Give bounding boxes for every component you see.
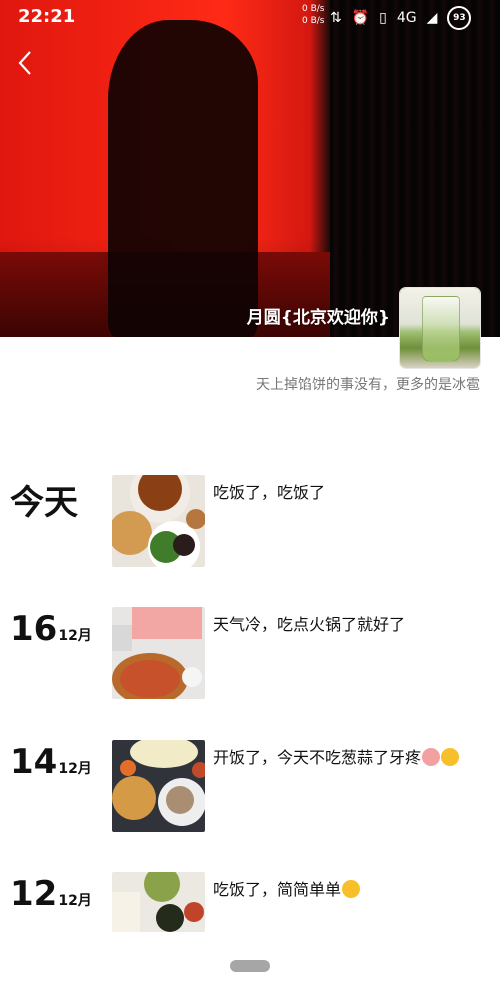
avatar[interactable] (400, 288, 480, 368)
avatar-tea-glass (422, 296, 460, 362)
vibrate-icon: ▯ (379, 10, 387, 26)
status-time: 22:21 (18, 6, 76, 27)
feed-entry[interactable]: 1412月 开饭了，今天不吃葱蒜了牙疼 (0, 740, 500, 840)
entry-thumbnail[interactable] (112, 872, 205, 932)
cover-silhouette (108, 20, 258, 337)
back-button[interactable] (14, 48, 38, 78)
entry-caption-text: 吃饭了，简简单单 (213, 880, 342, 899)
entry-date: 1612月 (10, 609, 92, 649)
entry-caption: 吃饭了，简简单单 (213, 876, 361, 900)
entry-day: 今天 (10, 483, 78, 523)
entry-caption: 开饭了，今天不吃葱蒜了牙疼 (213, 744, 460, 768)
feed-entry[interactable]: 今天 吃饭了，吃饭了 (0, 475, 500, 575)
food-photo (112, 607, 205, 699)
grinning-emoji-icon (342, 880, 361, 898)
food-photo (112, 475, 205, 567)
entry-thumbnail[interactable] (112, 475, 205, 567)
entry-month: 12月 (58, 628, 92, 644)
net-up-speed: 0 B/s (302, 4, 325, 14)
entry-caption-text: 开饭了，今天不吃葱蒜了牙疼 (213, 748, 422, 767)
entry-month: 12月 (58, 893, 92, 909)
entry-thumbnail[interactable] (112, 607, 205, 699)
entry-thumbnail[interactable] (112, 740, 205, 832)
alarm-icon: ⏰ (351, 10, 370, 26)
entry-date: 1212月 (10, 874, 92, 914)
status-icons: ⇅ ⏰ ▯ 4G ◢ 93 (330, 6, 472, 30)
feed-entry[interactable]: 1212月 吃饭了，简简单单 (0, 872, 500, 972)
network-speed: 0 B/s 0 B/s (302, 3, 324, 27)
network-type: 4G (396, 10, 417, 26)
signal-icon: ◢ (426, 10, 438, 26)
cover-curtain (330, 0, 500, 337)
net-down-speed: 0 B/s (302, 16, 325, 26)
data-transfer-icon: ⇅ (330, 10, 342, 26)
food-photo (112, 740, 205, 832)
entry-month: 12月 (58, 761, 92, 777)
food-photo (112, 872, 205, 932)
entry-caption: 天气冷，吃点火锅了就好了 (213, 615, 406, 634)
entry-day: 16 (10, 609, 58, 649)
battery-icon: 93 (447, 6, 472, 30)
heart-eyes-emoji-icon (422, 748, 441, 766)
chevron-left-icon (18, 51, 31, 75)
entry-date: 1412月 (10, 742, 92, 782)
cover-image[interactable] (0, 0, 500, 337)
entry-day: 12 (10, 874, 58, 914)
status-bar: 22:21 0 B/s 0 B/s ⇅ ⏰ ▯ 4G ◢ 93 (0, 0, 500, 34)
feed-entry[interactable]: 1612月 天气冷，吃点火锅了就好了 (0, 607, 500, 707)
entry-date: 今天 (10, 475, 78, 524)
home-indicator[interactable] (230, 960, 270, 972)
entry-caption: 吃饭了，吃饭了 (213, 483, 326, 502)
entry-day: 14 (10, 742, 58, 782)
thinking-emoji-icon (441, 748, 460, 766)
profile-signature: 天上掉馅饼的事没有，更多的是冰雹 (256, 377, 480, 393)
profile-nickname: 月圆{北京欢迎你} (246, 308, 390, 328)
